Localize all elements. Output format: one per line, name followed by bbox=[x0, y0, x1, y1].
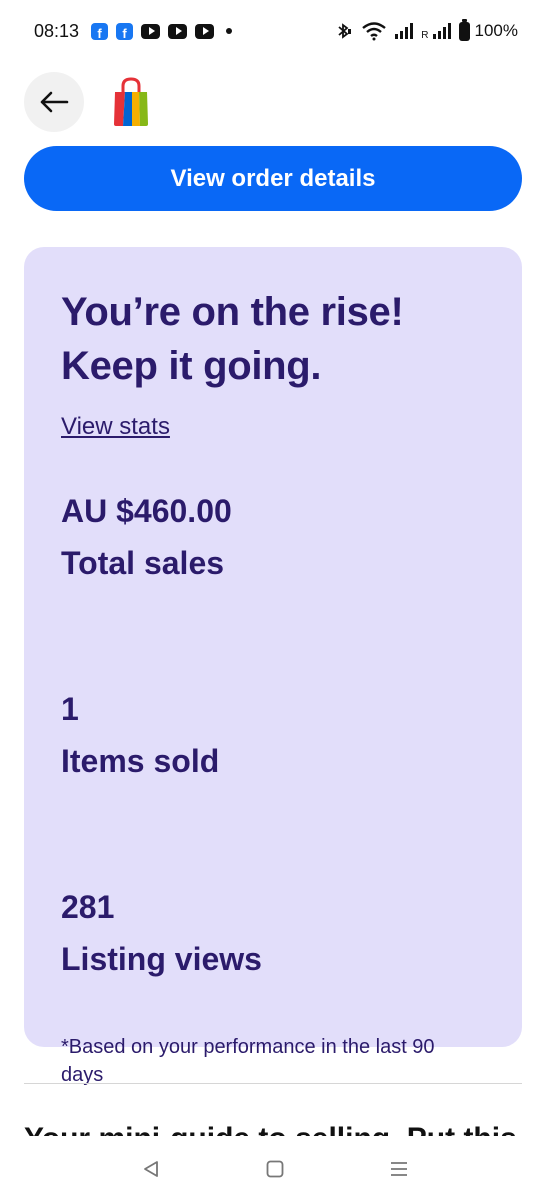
wifi-icon bbox=[362, 22, 387, 41]
metric-label: Items sold bbox=[61, 743, 220, 779]
metric-value: 281 bbox=[61, 889, 115, 925]
back-button[interactable] bbox=[24, 72, 84, 132]
triangle-back-icon bbox=[144, 1161, 158, 1177]
battery-percent: 100% bbox=[474, 21, 518, 40]
view-stats-link[interactable]: View stats bbox=[61, 413, 170, 441]
signal-icon bbox=[395, 23, 414, 39]
status-time: 08:13 bbox=[34, 20, 80, 41]
system-home-button[interactable] bbox=[245, 1144, 305, 1194]
metric-items-sold: 1 Items sold bbox=[61, 685, 485, 785]
system-nav-bar bbox=[0, 1138, 546, 1200]
performance-card: You’re on the rise! Keep it going. View … bbox=[24, 247, 522, 1086]
card-heading: You’re on the rise! Keep it going. bbox=[61, 285, 485, 393]
metric-label: Total sales bbox=[61, 545, 225, 581]
metric-value: 1 bbox=[61, 691, 79, 727]
status-left: 08:13 f f bbox=[34, 20, 233, 42]
signal-icon-2 bbox=[432, 23, 451, 39]
metric-label: Listing views bbox=[61, 941, 262, 977]
performance-footnote: *Based on your performance in the last 9… bbox=[61, 1036, 435, 1086]
facebook-icon: f bbox=[116, 22, 134, 40]
status-bar: 08:13 f f R 100% bbox=[0, 0, 546, 62]
card-heading-line2: Keep it going. bbox=[61, 344, 322, 388]
section-divider bbox=[24, 1083, 522, 1084]
card-heading-line1: You’re on the rise! bbox=[61, 290, 404, 334]
facebook-icon: f bbox=[91, 22, 109, 40]
roaming-label: R bbox=[421, 30, 429, 41]
youtube-icon bbox=[195, 23, 215, 39]
system-back-button[interactable] bbox=[121, 1144, 181, 1194]
youtube-icon bbox=[141, 23, 161, 39]
metric-listing-views: 281 Listing views bbox=[61, 883, 485, 983]
status-right: R 100% bbox=[335, 18, 518, 41]
bluetooth-icon bbox=[338, 23, 352, 39]
youtube-icon bbox=[168, 23, 188, 39]
system-recents-button[interactable] bbox=[369, 1144, 429, 1194]
metric-value: AU $460.00 bbox=[61, 493, 232, 529]
shopping-bag-logo bbox=[114, 77, 148, 126]
square-home-icon bbox=[266, 1160, 284, 1178]
metric-total-sales: AU $460.00 Total sales bbox=[61, 487, 485, 587]
view-order-details-button[interactable]: View order details bbox=[24, 146, 522, 211]
arrow-left-icon bbox=[40, 91, 69, 113]
battery-icon bbox=[458, 18, 470, 41]
more-notifications-icon bbox=[226, 28, 233, 34]
next-section-heading: Your mini-guide to selling. Put this... bbox=[24, 1124, 522, 1136]
menu-lines-icon bbox=[391, 1162, 407, 1176]
top-nav bbox=[24, 72, 152, 132]
